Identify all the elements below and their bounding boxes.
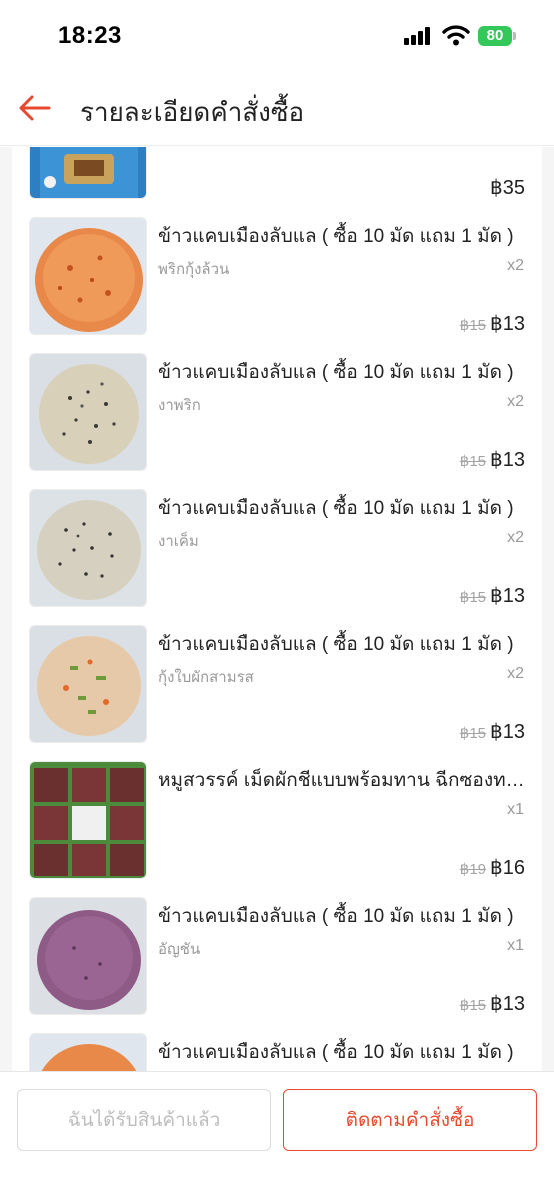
item-price: ฿13 <box>490 449 525 471</box>
item-quantity: x2 <box>507 529 524 546</box>
item-price: ฿16 <box>490 857 525 879</box>
wifi-icon <box>442 24 470 46</box>
page-title: รายละเอียดคำสั่งซื้อ <box>80 97 305 127</box>
battery-level: 80 <box>478 26 512 46</box>
item-original-price: ฿15 <box>459 589 487 606</box>
item-original-price: ฿15 <box>459 725 487 742</box>
item-title: ข้าวแคบเมืองลับแล ( ซื้อ 10 มัด แถม 1 มั… <box>158 1042 514 1063</box>
item-price: ฿13 <box>490 585 525 607</box>
item-price-row: ฿19 ฿16 <box>460 855 525 880</box>
cellular-signal-icon <box>404 27 434 45</box>
item-variant: งาพริก <box>158 397 201 414</box>
product-image <box>29 897 147 1015</box>
item-variant: พริกกุ้งล้วน <box>158 261 230 278</box>
status-bar: 18:23 80 <box>0 0 554 74</box>
product-image <box>29 147 147 199</box>
item-title: ข้าวแคบเมืองลับแล ( ซื้อ 10 มัด แถม 1 มั… <box>158 226 514 247</box>
item-title: ข้าวแคบเมืองลับแล ( ซื้อ 10 มัด แถม 1 มั… <box>158 906 514 927</box>
item-title: ข้าวแคบเมืองลับแล ( ซื้อ 10 มัด แถม 1 มั… <box>158 362 514 383</box>
item-quantity: x2 <box>507 665 524 682</box>
product-image <box>29 761 147 879</box>
list-item[interactable]: ข้าวแคบเมืองลับแล ( ซื้อ 10 มัด แถม 1 มั… <box>12 897 542 1033</box>
product-image <box>29 489 147 607</box>
item-price-row: ฿15 ฿13 <box>460 447 525 472</box>
item-original-price: ฿19 <box>459 861 487 878</box>
list-item[interactable]: หมูสวรรค์ เม็ดผักชีแบบพร้อมทาน ฉีกซองทาน… <box>12 761 542 897</box>
item-variant: อัญชัน <box>158 941 201 958</box>
item-price: ฿35 <box>490 177 525 199</box>
order-received-button[interactable]: ฉันได้รับสินค้าแล้ว <box>17 1089 271 1151</box>
item-price: ฿13 <box>490 721 525 743</box>
order-items-card: ฿35 ข้าวแคบเมืองลับแล ( ซื้อ 10 มัด แถม … <box>12 147 542 1071</box>
item-original-price: ฿15 <box>459 453 487 470</box>
item-original-price: ฿15 <box>459 317 487 334</box>
list-item[interactable]: ข้าวแคบเมืองลับแล ( ซื้อ 10 มัด แถม 1 มั… <box>12 625 542 761</box>
item-title: หมูสวรรค์ เม็ดผักชีแบบพร้อมทาน ฉีกซองทาน… <box>158 770 526 791</box>
item-price-row: ฿15 ฿13 <box>460 719 525 744</box>
battery-icon: 80 <box>478 26 516 46</box>
list-item[interactable]: ข้าวแคบเมืองลับแล ( ซื้อ 10 มัด แถม 1 มั… <box>12 1033 542 1071</box>
order-items-list[interactable]: ฿35 ข้าวแคบเมืองลับแล ( ซื้อ 10 มัด แถม … <box>0 147 554 1071</box>
item-original-price: ฿15 <box>459 997 487 1014</box>
product-image <box>29 1033 147 1071</box>
item-quantity: x1 <box>507 801 524 818</box>
item-title: ข้าวแคบเมืองลับแล ( ซื้อ 10 มัด แถม 1 มั… <box>158 634 514 655</box>
item-quantity: x1 <box>507 937 524 954</box>
product-image <box>29 353 147 471</box>
item-price: ฿13 <box>490 313 525 335</box>
item-variant: งาเค็ม <box>158 533 199 550</box>
item-quantity: x2 <box>507 393 524 410</box>
item-price-row: ฿15 ฿13 <box>460 311 525 336</box>
list-item[interactable]: ข้าวแคบเมืองลับแล ( ซื้อ 10 มัด แถม 1 มั… <box>12 217 542 353</box>
item-price-row: ฿15 ฿13 <box>460 583 525 608</box>
product-image <box>29 625 147 743</box>
arrow-left-icon <box>19 95 51 121</box>
list-item[interactable]: ฿35 <box>12 147 542 217</box>
list-item[interactable]: ข้าวแคบเมืองลับแล ( ซื้อ 10 มัด แถม 1 มั… <box>12 353 542 489</box>
item-title: ข้าวแคบเมืองลับแล ( ซื้อ 10 มัด แถม 1 มั… <box>158 498 514 519</box>
item-variant: กุ้งใบผักสามรส <box>158 669 254 686</box>
back-button[interactable] <box>14 88 54 128</box>
item-price-row: ฿15 ฿13 <box>460 991 525 1016</box>
list-item[interactable]: ข้าวแคบเมืองลับแล ( ซื้อ 10 มัด แถม 1 มั… <box>12 489 542 625</box>
product-image <box>29 217 147 335</box>
bottom-action-bar: ฉันได้รับสินค้าแล้ว ติดตามคำสั่งซื้อ <box>0 1071 554 1199</box>
nav-bar: รายละเอียดคำสั่งซื้อ <box>0 74 554 146</box>
track-order-button[interactable]: ติดตามคำสั่งซื้อ <box>283 1089 537 1151</box>
item-quantity: x2 <box>507 257 524 274</box>
status-time: 18:23 <box>58 22 122 49</box>
item-price: ฿13 <box>490 993 525 1015</box>
